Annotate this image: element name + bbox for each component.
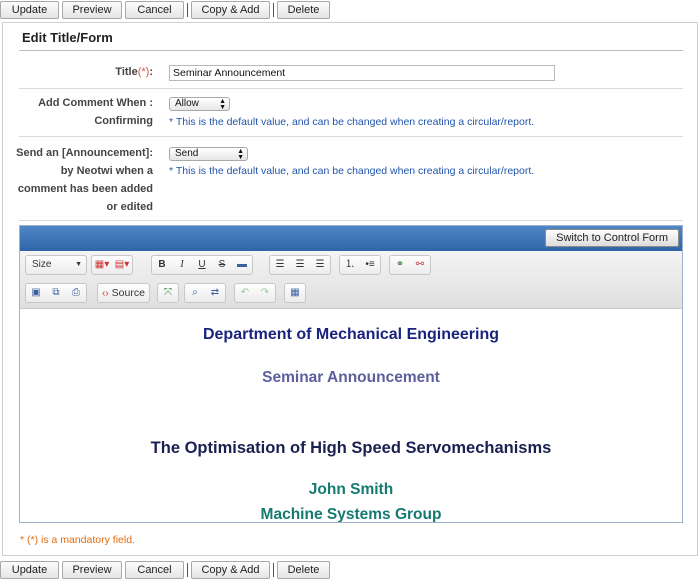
template-icon[interactable]: ⧉ <box>46 284 66 302</box>
find-group: ⌕ ⇄ <box>184 283 226 303</box>
underline-icon[interactable]: U <box>192 256 212 274</box>
announce-label-4: or edited <box>106 201 153 213</box>
align-right-icon[interactable]: ☰ <box>310 256 330 274</box>
chevron-updown-icon: ▲ ▼ <box>219 98 226 111</box>
unlink-icon[interactable]: ⚯ <box>410 256 430 274</box>
ordered-list-icon[interactable]: ⒈ <box>340 256 360 274</box>
top-action-bar: Update Preview Cancel Copy & Add Delete <box>0 0 333 20</box>
announce-row: Send an [Announcement]: by Neotwi when a… <box>16 137 683 221</box>
color-group: ▦▾ ▤▾ <box>91 255 133 275</box>
bottom-action-bar: Update Preview Cancel Copy & Add Delete <box>0 560 333 579</box>
insert-group: ▣ ⧉ ⎙ <box>25 283 87 303</box>
select-all-icon[interactable]: ▦ <box>285 284 305 302</box>
cancel-button[interactable]: Cancel <box>125 561 184 579</box>
content-line: Department of Mechanical Engineering <box>202 326 500 343</box>
comment-label: Add Comment When : <box>38 97 153 109</box>
announce-label-2: by Neotwi when a <box>60 165 153 177</box>
format-group: B I U S ▬ <box>151 255 253 275</box>
mandatory-note: * (*) is a mandatory field. <box>20 534 135 546</box>
text-color-icon[interactable]: ▦▾ <box>92 256 112 274</box>
align-left-icon[interactable]: ☰ <box>270 256 290 274</box>
source-icon: ‹› <box>102 287 109 299</box>
announce-select[interactable]: Send ▲ ▼ <box>169 147 248 161</box>
separator <box>273 3 274 17</box>
separator <box>273 563 274 577</box>
delete-button[interactable]: Delete <box>277 561 330 579</box>
switch-form-button[interactable]: Switch to Control Form <box>545 229 679 247</box>
preview-button[interactable]: Preview <box>62 1 122 19</box>
replace-icon[interactable]: ⇄ <box>205 284 225 302</box>
announce-label-3: comment has been added <box>17 183 153 195</box>
size-dropdown[interactable]: Size ▼ <box>25 255 87 275</box>
image-icon[interactable]: ▣ <box>26 284 46 302</box>
link-icon[interactable]: ⚭ <box>390 256 410 274</box>
update-button[interactable]: Update <box>0 561 59 579</box>
table-icon[interactable]: ▤▾ <box>112 256 132 274</box>
editor-header: Switch to Control Form <box>20 226 682 251</box>
source-button[interactable]: ‹› Source <box>97 283 150 303</box>
editor-toolbar: Size ▼ ▦▾ ▤▾ B I U S ▬ ☰ ☰ ☰ ⒈ •≡ ⚭ ⚯ ▣ … <box>20 251 682 309</box>
align-group: ☰ ☰ ☰ <box>269 255 331 275</box>
misc-group: ▦ <box>284 283 306 303</box>
rich-text-editor: Switch to Control Form Size ▼ ▦▾ ▤▾ B I U… <box>19 225 683 523</box>
separator <box>187 3 188 17</box>
content-line: John Smith <box>308 481 394 498</box>
divider <box>19 50 683 51</box>
undo-icon[interactable]: ↶ <box>235 284 255 302</box>
copy-add-button[interactable]: Copy & Add <box>191 1 270 19</box>
required-mark: (*) <box>137 66 150 78</box>
editor-content[interactable]: Department of Mechanical Engineering Sem… <box>20 309 682 522</box>
page-title: Edit Title/Form <box>22 30 113 45</box>
align-center-icon[interactable]: ☰ <box>290 256 310 274</box>
announce-label: Send an [Announcement]: <box>16 147 153 159</box>
title-row: Title(*): Seminar Announcement <box>19 57 683 89</box>
comment-label-2: Confirming <box>94 115 153 127</box>
title-label: Title(*): <box>115 66 153 78</box>
maximize-group: ⤧ <box>157 283 179 303</box>
comment-row: Add Comment When : Confirming Allow ▲ ▼ * … <box>19 89 683 137</box>
title-input[interactable]: Seminar Announcement <box>169 65 555 81</box>
chevron-down-icon: ▼ <box>75 261 82 268</box>
copy-add-button[interactable]: Copy & Add <box>191 561 270 579</box>
history-group: ↶ ↷ <box>234 283 276 303</box>
list-group: ⒈ •≡ <box>339 255 381 275</box>
separator <box>187 563 188 577</box>
default-note: * This is the default value, and can be … <box>169 116 535 128</box>
default-note: * This is the default value, and can be … <box>169 165 535 177</box>
strikethrough-icon[interactable]: S <box>212 256 232 274</box>
preview-button[interactable]: Preview <box>62 561 122 579</box>
content-line: The Optimisation of High Speed Servomech… <box>150 439 552 457</box>
edit-panel: Edit Title/Form Title(*): Seminar Announ… <box>2 22 698 556</box>
bold-icon[interactable]: B <box>152 256 172 274</box>
cancel-button[interactable]: Cancel <box>125 1 184 19</box>
preview-icon[interactable]: ⎙ <box>66 284 86 302</box>
update-button[interactable]: Update <box>0 1 59 19</box>
remove-format-icon[interactable]: ▬ <box>232 256 252 274</box>
unordered-list-icon[interactable]: •≡ <box>360 256 380 274</box>
maximize-icon[interactable]: ⤧ <box>158 284 178 302</box>
content-line: Machine Systems Group <box>260 506 442 522</box>
comment-select[interactable]: Allow ▲ ▼ <box>169 97 230 111</box>
delete-button[interactable]: Delete <box>277 1 330 19</box>
find-icon[interactable]: ⌕ <box>185 284 205 302</box>
link-group: ⚭ ⚯ <box>389 255 431 275</box>
chevron-updown-icon: ▲ ▼ <box>237 148 244 161</box>
redo-icon[interactable]: ↷ <box>255 284 275 302</box>
content-line: Seminar Announcement <box>262 369 440 386</box>
italic-icon[interactable]: I <box>172 256 192 274</box>
